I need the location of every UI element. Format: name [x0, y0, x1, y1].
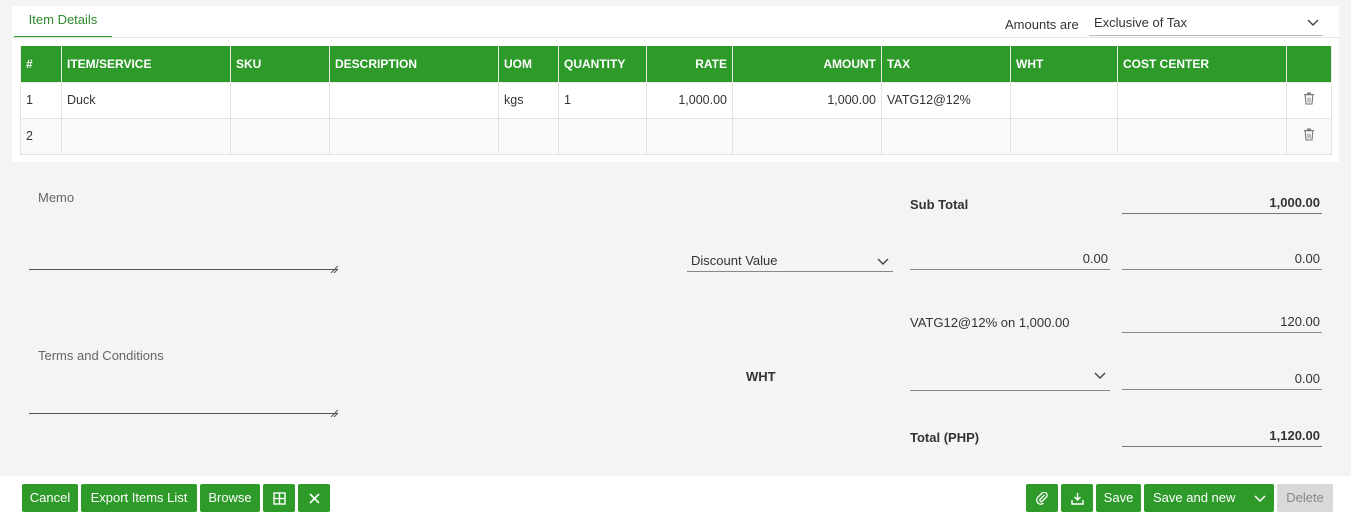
cell-amount[interactable]: 1,000.00 [732, 81, 882, 119]
tab-divider [12, 37, 1339, 38]
cell-number: 2 [20, 117, 62, 155]
total-value: 1,120.00 [1122, 427, 1322, 447]
save-and-new-button[interactable]: Save and new [1144, 484, 1274, 512]
amounts-are-value: Exclusive of Tax [1094, 15, 1187, 30]
subtotal-value: 1,000.00 [1122, 194, 1322, 214]
cell-rate[interactable]: 1,000.00 [646, 81, 733, 119]
cell-uom[interactable] [498, 117, 559, 155]
cell-wht[interactable] [1010, 81, 1118, 119]
cell-tax[interactable]: VATG12@12% [881, 81, 1011, 119]
cell-wht[interactable] [1010, 117, 1118, 155]
cell-sku[interactable] [230, 81, 330, 119]
cell-sku[interactable] [230, 117, 330, 155]
wht-label: WHT [746, 369, 776, 384]
wht-value: 0.00 [1122, 370, 1322, 390]
table-row: 2 [20, 117, 1332, 155]
cell-number: 1 [20, 81, 62, 119]
table-row: 1 Duck kgs 1 1,000.00 1,000.00 VATG12@12… [20, 81, 1332, 119]
item-details-card: Item Details Amounts are Exclusive of Ta… [12, 6, 1339, 162]
terms-textarea[interactable] [29, 370, 339, 418]
cell-quantity[interactable] [558, 117, 647, 155]
cell-amount[interactable] [732, 117, 882, 155]
tax-line-value: 120.00 [1122, 313, 1322, 333]
trash-icon [1303, 128, 1315, 144]
amounts-are-select[interactable]: Exclusive of Tax [1089, 10, 1323, 36]
save-and-new-label: Save and new [1153, 490, 1236, 505]
close-button[interactable] [298, 484, 330, 512]
cell-description[interactable] [329, 117, 499, 155]
footer-bar: Cancel Export Items List Browse Save Sav… [0, 476, 1351, 526]
col-header-wht: WHT [1010, 46, 1118, 83]
trash-icon [1303, 92, 1315, 108]
memo-label: Memo [38, 190, 75, 205]
col-header-description: DESCRIPTION [329, 46, 499, 83]
chevron-down-icon [1094, 367, 1106, 396]
chevron-down-icon [1307, 10, 1319, 45]
discount-input[interactable]: 0.00 [910, 250, 1110, 270]
tax-line-label: VATG12@12% on 1,000.00 [910, 315, 1070, 330]
resize-handle-icon[interactable] [330, 261, 339, 274]
download-button[interactable] [1061, 484, 1093, 512]
col-header-sku: SKU [230, 46, 330, 83]
items-table: # ITEM/SERVICE SKU DESCRIPTION UOM QUANT… [20, 46, 1332, 155]
memo-textarea[interactable] [29, 210, 339, 274]
wht-select[interactable] [910, 367, 1110, 391]
col-header-item: ITEM/SERVICE [61, 46, 231, 83]
cell-cost-center[interactable] [1117, 81, 1287, 119]
cell-item[interactable] [61, 117, 231, 155]
cell-uom[interactable]: kgs [498, 81, 559, 119]
col-header-number: # [20, 46, 62, 83]
total-label: Total (PHP) [910, 430, 980, 445]
cell-item[interactable]: Duck [61, 81, 231, 119]
col-header-uom: UOM [498, 46, 559, 83]
grid-button[interactable] [263, 484, 295, 512]
col-header-actions [1286, 46, 1332, 83]
delete-row-button[interactable] [1286, 81, 1332, 119]
delete-row-button[interactable] [1286, 117, 1332, 155]
terms-label: Terms and Conditions [38, 348, 164, 363]
cell-tax[interactable] [881, 117, 1011, 155]
attach-button[interactable] [1026, 484, 1058, 512]
grid-icon [272, 490, 286, 505]
cell-rate[interactable] [646, 117, 733, 155]
cancel-button[interactable]: Cancel [22, 484, 78, 512]
delete-button: Delete [1277, 484, 1333, 512]
browse-button[interactable]: Browse [200, 484, 260, 512]
paperclip-icon [1035, 490, 1049, 505]
tab-item-details[interactable]: Item Details [14, 6, 112, 38]
col-header-amount: AMOUNT [732, 46, 882, 83]
chevron-down-icon[interactable] [1254, 484, 1266, 513]
subtotal-label: Sub Total [910, 197, 969, 212]
discount-amount: 0.00 [1122, 250, 1322, 270]
save-button[interactable]: Save [1096, 484, 1141, 512]
download-icon [1070, 490, 1084, 505]
col-header-rate: RATE [646, 46, 733, 83]
col-header-quantity: QUANTITY [558, 46, 647, 83]
discount-type-value: Discount Value [691, 253, 778, 268]
close-icon [308, 490, 320, 505]
amounts-are-label: Amounts are [1005, 17, 1079, 32]
col-header-cost-center: COST CENTER [1117, 46, 1287, 83]
cell-quantity[interactable]: 1 [558, 81, 647, 119]
cell-cost-center[interactable] [1117, 117, 1287, 155]
discount-type-select[interactable]: Discount Value [687, 250, 893, 272]
resize-handle-icon[interactable] [330, 405, 339, 418]
table-header-row: # ITEM/SERVICE SKU DESCRIPTION UOM QUANT… [20, 46, 1332, 83]
cell-description[interactable] [329, 81, 499, 119]
col-header-tax: TAX [881, 46, 1011, 83]
chevron-down-icon [877, 250, 889, 279]
export-items-button[interactable]: Export Items List [81, 484, 197, 512]
